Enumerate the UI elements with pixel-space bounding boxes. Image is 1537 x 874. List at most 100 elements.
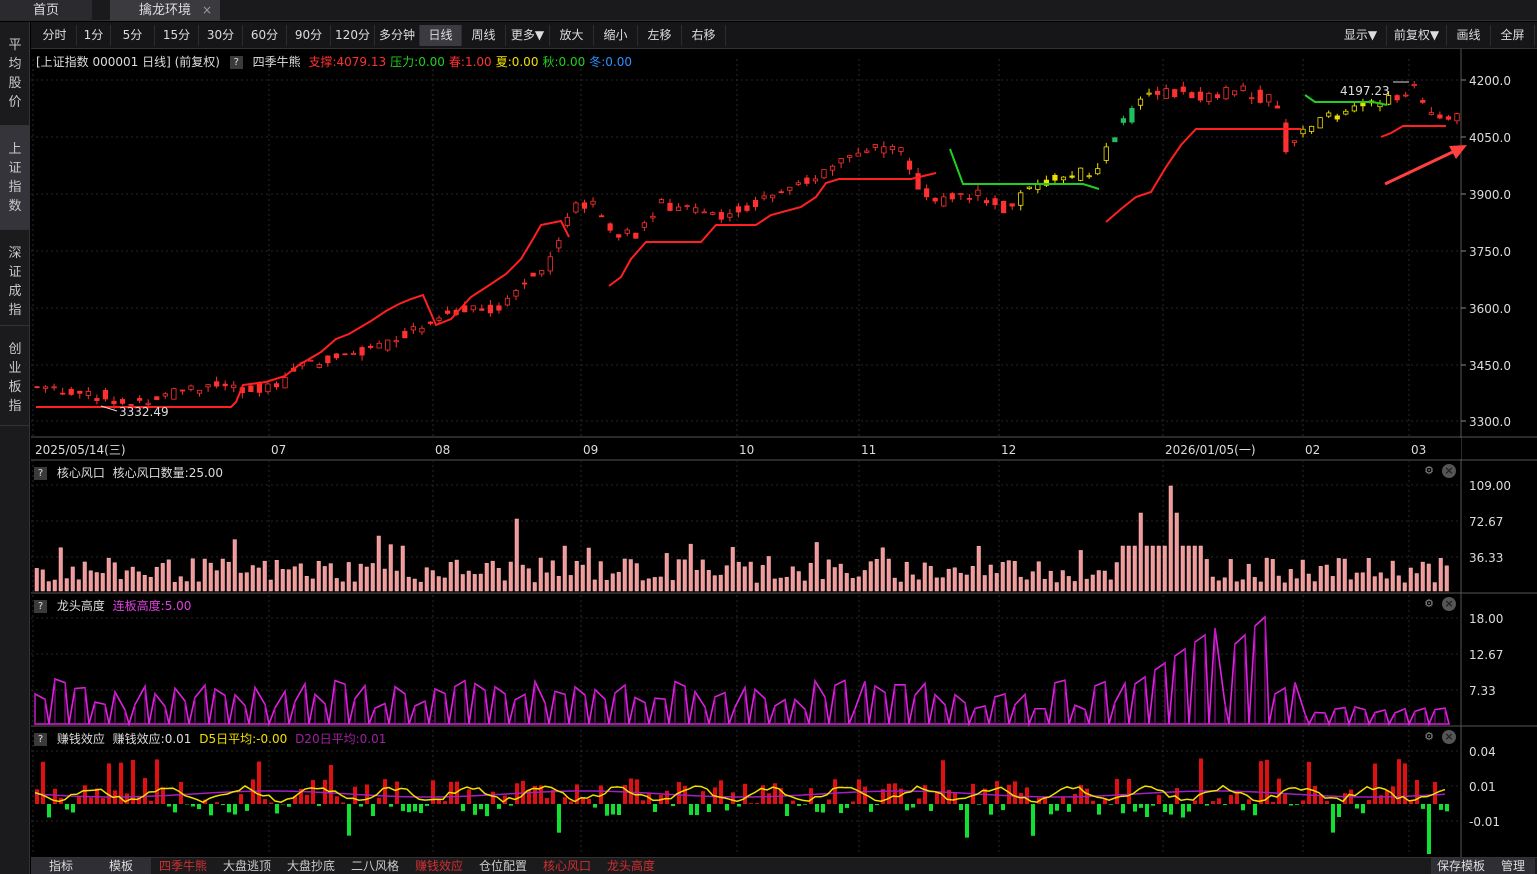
toolbar-btn-14[interactable]: 左移: [638, 25, 682, 46]
bottom-tab-5[interactable]: 二八风格: [343, 858, 407, 874]
gear-icon[interactable]: ⚙: [1422, 730, 1436, 744]
core-bar: [328, 563, 333, 592]
bottom-right-btn-0[interactable]: 保存模板: [1431, 858, 1491, 874]
bottom-tab-9[interactable]: 龙头高度: [599, 858, 663, 874]
core-bar: [622, 558, 627, 592]
core-bar: [412, 578, 417, 592]
money-bar: [653, 804, 657, 813]
toolbar-right-btn-1[interactable]: 前复权▼: [1387, 25, 1447, 46]
toolbar-btn-8[interactable]: 多分钟: [375, 25, 420, 46]
toolbar-btn-12[interactable]: 放大: [550, 25, 594, 46]
sidebar-item-0[interactable]: 平均股价: [0, 22, 30, 126]
toolbar-right-btn-3[interactable]: 全屏: [1491, 25, 1535, 46]
core-bar: [1318, 566, 1323, 592]
core-bar: [1078, 550, 1083, 592]
bottom-tab-8[interactable]: 核心风口: [535, 858, 599, 874]
money-bar: [1301, 800, 1305, 804]
core-bar: [694, 570, 699, 592]
tab-qinlong-env[interactable]: 擒龙环境 ×: [110, 0, 220, 21]
tab-home[interactable]: 首页: [0, 0, 92, 21]
toolbar-btn-4[interactable]: 30分: [199, 25, 243, 46]
support-line: [1105, 128, 1301, 223]
candle-body: [915, 173, 921, 190]
toolbar-btn-13[interactable]: 缩小: [594, 25, 638, 46]
sidebar-item-2[interactable]: 深证成指: [0, 230, 30, 326]
candle-body: [804, 177, 810, 184]
core-bar: [262, 560, 267, 592]
indicator-value-3: 夏:0.00: [495, 55, 539, 69]
toolbar-btn-7[interactable]: 120分: [331, 25, 375, 46]
toolbar-btn-15[interactable]: 右移: [682, 25, 726, 46]
money-bar: [797, 804, 801, 806]
help-icon[interactable]: ?: [34, 733, 47, 746]
bottom-right-btn-1[interactable]: 管理: [1491, 858, 1535, 874]
sidebar-char: 数: [8, 199, 22, 214]
gear-icon[interactable]: ⚙: [1422, 464, 1436, 478]
candle-body: [693, 207, 699, 213]
sidebar-item-3[interactable]: 创业板指: [0, 326, 30, 426]
core-bar: [706, 570, 711, 592]
close-icon[interactable]: ×: [1442, 597, 1456, 611]
help-icon[interactable]: ?: [34, 600, 47, 613]
bottom-tab-4[interactable]: 大盘抄底: [279, 858, 343, 874]
core-bar: [1306, 573, 1311, 592]
core-bar: [82, 561, 87, 592]
toolbar-right-btn-2[interactable]: 画线: [1447, 25, 1491, 46]
candle-body: [675, 206, 682, 211]
candle-body: [581, 202, 588, 209]
core-bar: [478, 573, 483, 592]
core-bar: [214, 570, 219, 592]
candle-body: [1180, 86, 1186, 92]
bottom-tab-7[interactable]: 仓位配置: [471, 858, 535, 874]
main-indicator-name: 四季牛熊: [252, 55, 301, 69]
toolbar-btn-11[interactable]: 更多▼: [506, 25, 550, 46]
index-sidebar: 平均股价上证指数深证成指创业板指: [0, 22, 30, 874]
money-bar: [953, 792, 957, 804]
candle-body: [34, 386, 40, 389]
toolbar-btn-9[interactable]: 日线: [420, 25, 462, 46]
close-icon[interactable]: ×: [1442, 464, 1456, 478]
toolbar-btn-10[interactable]: 周线: [462, 25, 506, 46]
core-bar: [1216, 580, 1221, 592]
bottom-tab-3[interactable]: 大盘逃顶: [215, 858, 279, 874]
money-bar: [641, 800, 645, 804]
candle-body: [1086, 175, 1092, 178]
sidebar-char: 平: [8, 38, 22, 53]
toolbar-right-btn-0[interactable]: 显示▼: [1335, 25, 1387, 46]
help-icon[interactable]: ?: [229, 56, 243, 69]
toolbar-btn-6[interactable]: 90分: [287, 25, 331, 46]
toolbar-btn-2[interactable]: 5分: [111, 25, 155, 46]
bottom-tab-6[interactable]: 赚钱效应: [407, 858, 471, 874]
candle-body: [521, 282, 528, 285]
money-bar: [1121, 804, 1125, 814]
candle-body: [590, 200, 596, 205]
candle-body: [718, 212, 724, 220]
candle-body: [1060, 176, 1067, 181]
candle-body: [1009, 203, 1015, 207]
help-icon[interactable]: ?: [34, 467, 47, 480]
core-bar: [1432, 582, 1437, 592]
money-tick-label: -0.01: [1469, 815, 1500, 829]
core-bar: [910, 574, 915, 592]
core-bar: [382, 568, 387, 592]
bottom-tab-2[interactable]: 四季牛熊: [151, 858, 215, 874]
core-bar: [634, 563, 639, 592]
toolbar-btn-5[interactable]: 60分: [243, 25, 287, 46]
toolbar-btn-3[interactable]: 15分: [155, 25, 199, 46]
toolbar-btn-0[interactable]: 分时: [33, 25, 77, 46]
bottom-tab-1[interactable]: 模板: [91, 858, 151, 874]
core-bar: [1408, 567, 1413, 592]
candle-body: [924, 188, 930, 198]
core-bar: [286, 569, 291, 592]
close-icon[interactable]: ×: [202, 0, 212, 21]
core-bar: [574, 561, 579, 592]
money-bar: [1445, 804, 1449, 812]
candle-body: [1231, 90, 1238, 96]
money-bar: [335, 796, 339, 804]
gear-icon[interactable]: ⚙: [1422, 597, 1436, 611]
sidebar-item-1[interactable]: 上证指数: [0, 126, 30, 230]
toolbar-btn-1[interactable]: 1分: [77, 25, 111, 46]
close-icon[interactable]: ×: [1442, 730, 1456, 744]
core-bar: [520, 564, 525, 592]
bottom-tab-0[interactable]: 指标: [31, 858, 91, 874]
